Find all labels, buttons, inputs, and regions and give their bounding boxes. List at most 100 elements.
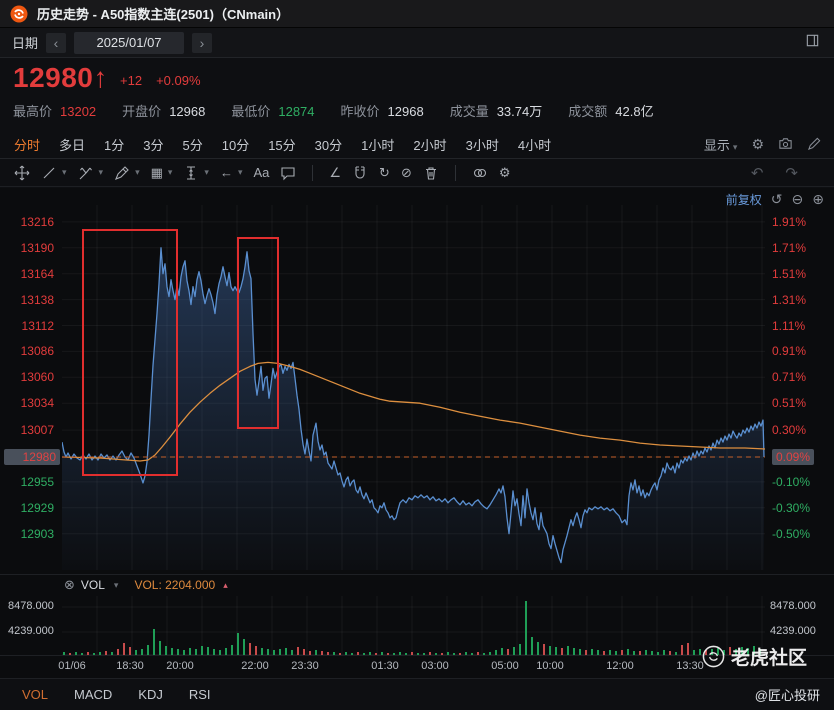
stat-label: 最高价 — [13, 104, 53, 119]
stat-成交额: 成交额 42.8亿 — [568, 101, 653, 120]
toolbar-settings-icon[interactable]: ⚙ — [499, 165, 511, 181]
quote-stats: 最高价 13202 开盘价 12968 最低价 12874 昨收价 12968 成交量 33.74… — [13, 101, 654, 120]
comment-icon[interactable] — [280, 165, 296, 181]
price-axis-label: 13164 — [20, 267, 54, 281]
panel-toggle-icon[interactable] — [805, 33, 820, 53]
price-axis-label: 13034 — [20, 396, 54, 410]
magnet-icon[interactable] — [352, 165, 368, 181]
title-bar: 历史走势 - A50指数主连(2501)（CNmain） — [0, 0, 834, 28]
text-icon[interactable]: Aa — [253, 165, 269, 180]
stat-开盘价: 开盘价 12968 — [122, 101, 205, 120]
percent-axis-label: 1.31% — [772, 293, 807, 307]
tab-indicator-kdj[interactable]: KDJ — [138, 687, 163, 702]
volume-close-icon[interactable]: ⊗ — [64, 577, 75, 593]
stat-value: 33.74万 — [496, 104, 543, 119]
edit-icon[interactable] — [807, 136, 822, 154]
zoom-out-icon[interactable]: ⊖ — [792, 191, 804, 208]
chevron-down-icon[interactable]: ▾ — [114, 580, 119, 591]
measure-icon[interactable]: ▾ — [183, 165, 209, 181]
time-axis-label: 10:00 — [536, 660, 564, 672]
date-label: 日期 — [12, 36, 39, 51]
chevron-down-icon: ▾ — [204, 167, 209, 177]
tab-indicator-rsi[interactable]: RSI — [189, 687, 211, 702]
percent-axis-label: 0.09% — [772, 449, 815, 465]
tab-timeframe-3[interactable]: 1分 — [104, 135, 124, 154]
angle-icon[interactable]: ∠ — [329, 165, 341, 181]
stat-成交量: 成交量 33.74万 — [450, 101, 543, 120]
change-percent: +0.09% — [156, 73, 201, 88]
date-next-button[interactable]: › — [192, 32, 213, 53]
tab-timeframe-12[interactable]: 4小时 — [518, 135, 551, 154]
trash-icon[interactable] — [423, 165, 439, 181]
zoom-in-icon[interactable]: ⊕ — [812, 191, 824, 208]
stat-value: 42.8亿 — [615, 104, 654, 119]
ban-icon[interactable]: ⊘ — [401, 165, 412, 181]
tab-indicator-vol[interactable]: VOL — [22, 687, 48, 702]
stat-label: 成交量 — [449, 104, 489, 119]
percent-axis-label: 1.71% — [772, 241, 807, 255]
trend-line-icon[interactable]: ▾ — [41, 165, 67, 181]
pitchfork-icon[interactable]: ▾ — [78, 165, 104, 181]
tab-timeframe-7[interactable]: 15分 — [268, 135, 295, 154]
compare-rings-icon[interactable] — [472, 165, 488, 181]
tab-timeframe-11[interactable]: 3小时 — [466, 135, 499, 154]
volume-axis-label: 4239.000 — [8, 625, 54, 637]
tab-timeframe-9[interactable]: 1小时 — [361, 135, 394, 154]
reset-view-icon[interactable]: ↺ — [771, 191, 783, 208]
price-axis-label: 12903 — [20, 527, 54, 541]
display-dropdown[interactable]: 显示 ▾ — [704, 135, 738, 154]
pattern-icon[interactable]: ▦ ▾ — [151, 165, 173, 181]
time-axis-label: 22:00 — [241, 660, 269, 672]
date-prev-button[interactable]: ‹ — [46, 32, 67, 53]
date-bar: 日期 ‹ 2025/01/07 › — [0, 28, 834, 58]
price-axis-label: 13007 — [20, 423, 54, 437]
pane-divider — [0, 574, 834, 575]
camera-icon[interactable] — [778, 136, 793, 154]
stat-label: 最低价 — [231, 104, 271, 119]
price-chart[interactable] — [62, 205, 765, 570]
watermark-brand: 老虎社区 — [731, 648, 808, 669]
quote-panel: 12980↑ +12 +0.09% 最高价 13202 开盘价 12968 最低价 128… — [0, 58, 834, 130]
tab-timeframe-2[interactable]: 多日 — [59, 135, 85, 154]
undo-icon[interactable]: ↶ — [751, 164, 764, 182]
chevron-down-icon: ▾ — [98, 167, 104, 177]
chart-region[interactable]: 前复权 ↺ ⊖ ⊕ 13216 13190 13164 13138 13112 13086… — [0, 188, 834, 710]
brush-icon[interactable]: ▾ — [114, 165, 140, 181]
tab-timeframe-8[interactable]: 30分 — [315, 135, 342, 154]
tiger-logo-icon — [10, 5, 28, 22]
volume-axis-label: 8478.000 — [770, 600, 816, 612]
stat-昨收价: 昨收价 12968 — [341, 101, 424, 120]
time-axis-label: 05:00 — [491, 660, 519, 672]
volume-chart[interactable] — [62, 596, 765, 655]
move-icon[interactable] — [14, 165, 30, 181]
last-price: 12980↑ — [13, 62, 108, 93]
time-axis-label: 20:00 — [166, 660, 194, 672]
continuous-icon[interactable]: ↻ — [379, 165, 390, 181]
percent-axis-label: 0.51% — [772, 396, 807, 410]
tab-indicator-macd[interactable]: MACD — [74, 687, 112, 702]
date-value[interactable]: 2025/01/07 — [74, 31, 185, 54]
tab-timeframe-1[interactable]: 分时 — [14, 135, 40, 154]
tiger-watermark-icon — [702, 645, 725, 668]
volume-axis-label: 8478.000 — [8, 600, 54, 612]
tab-timeframe-6[interactable]: 10分 — [222, 135, 249, 154]
price-change: +12 +0.09% — [120, 73, 201, 88]
price-axis-label: 13112 — [21, 319, 54, 333]
chevron-down-icon: ▾ — [167, 167, 173, 177]
arrow-icon[interactable]: ← ▾ — [220, 165, 243, 180]
volume-axis-label: 4239.000 — [770, 625, 816, 637]
chevron-down-icon: ▾ — [135, 167, 140, 177]
tab-timeframe-5[interactable]: 5分 — [183, 135, 203, 154]
time-axis-label: 23:30 — [291, 660, 319, 672]
volume-indicator-name[interactable]: VOL — [81, 578, 105, 592]
stat-value: 12968 — [387, 104, 424, 119]
redo-icon[interactable]: ↷ — [785, 164, 798, 182]
toolbar-separator — [312, 164, 314, 181]
price-axis-label: 13190 — [20, 241, 54, 255]
gear-icon[interactable]: ⚙ — [751, 136, 764, 153]
tab-timeframe-4[interactable]: 3分 — [143, 135, 163, 154]
price-axis-label: 13138 — [20, 293, 54, 307]
chevron-down-icon: ▾ — [237, 167, 243, 177]
author-handle: @匠心投研 — [754, 688, 820, 703]
tab-timeframe-10[interactable]: 2小时 — [413, 135, 446, 154]
